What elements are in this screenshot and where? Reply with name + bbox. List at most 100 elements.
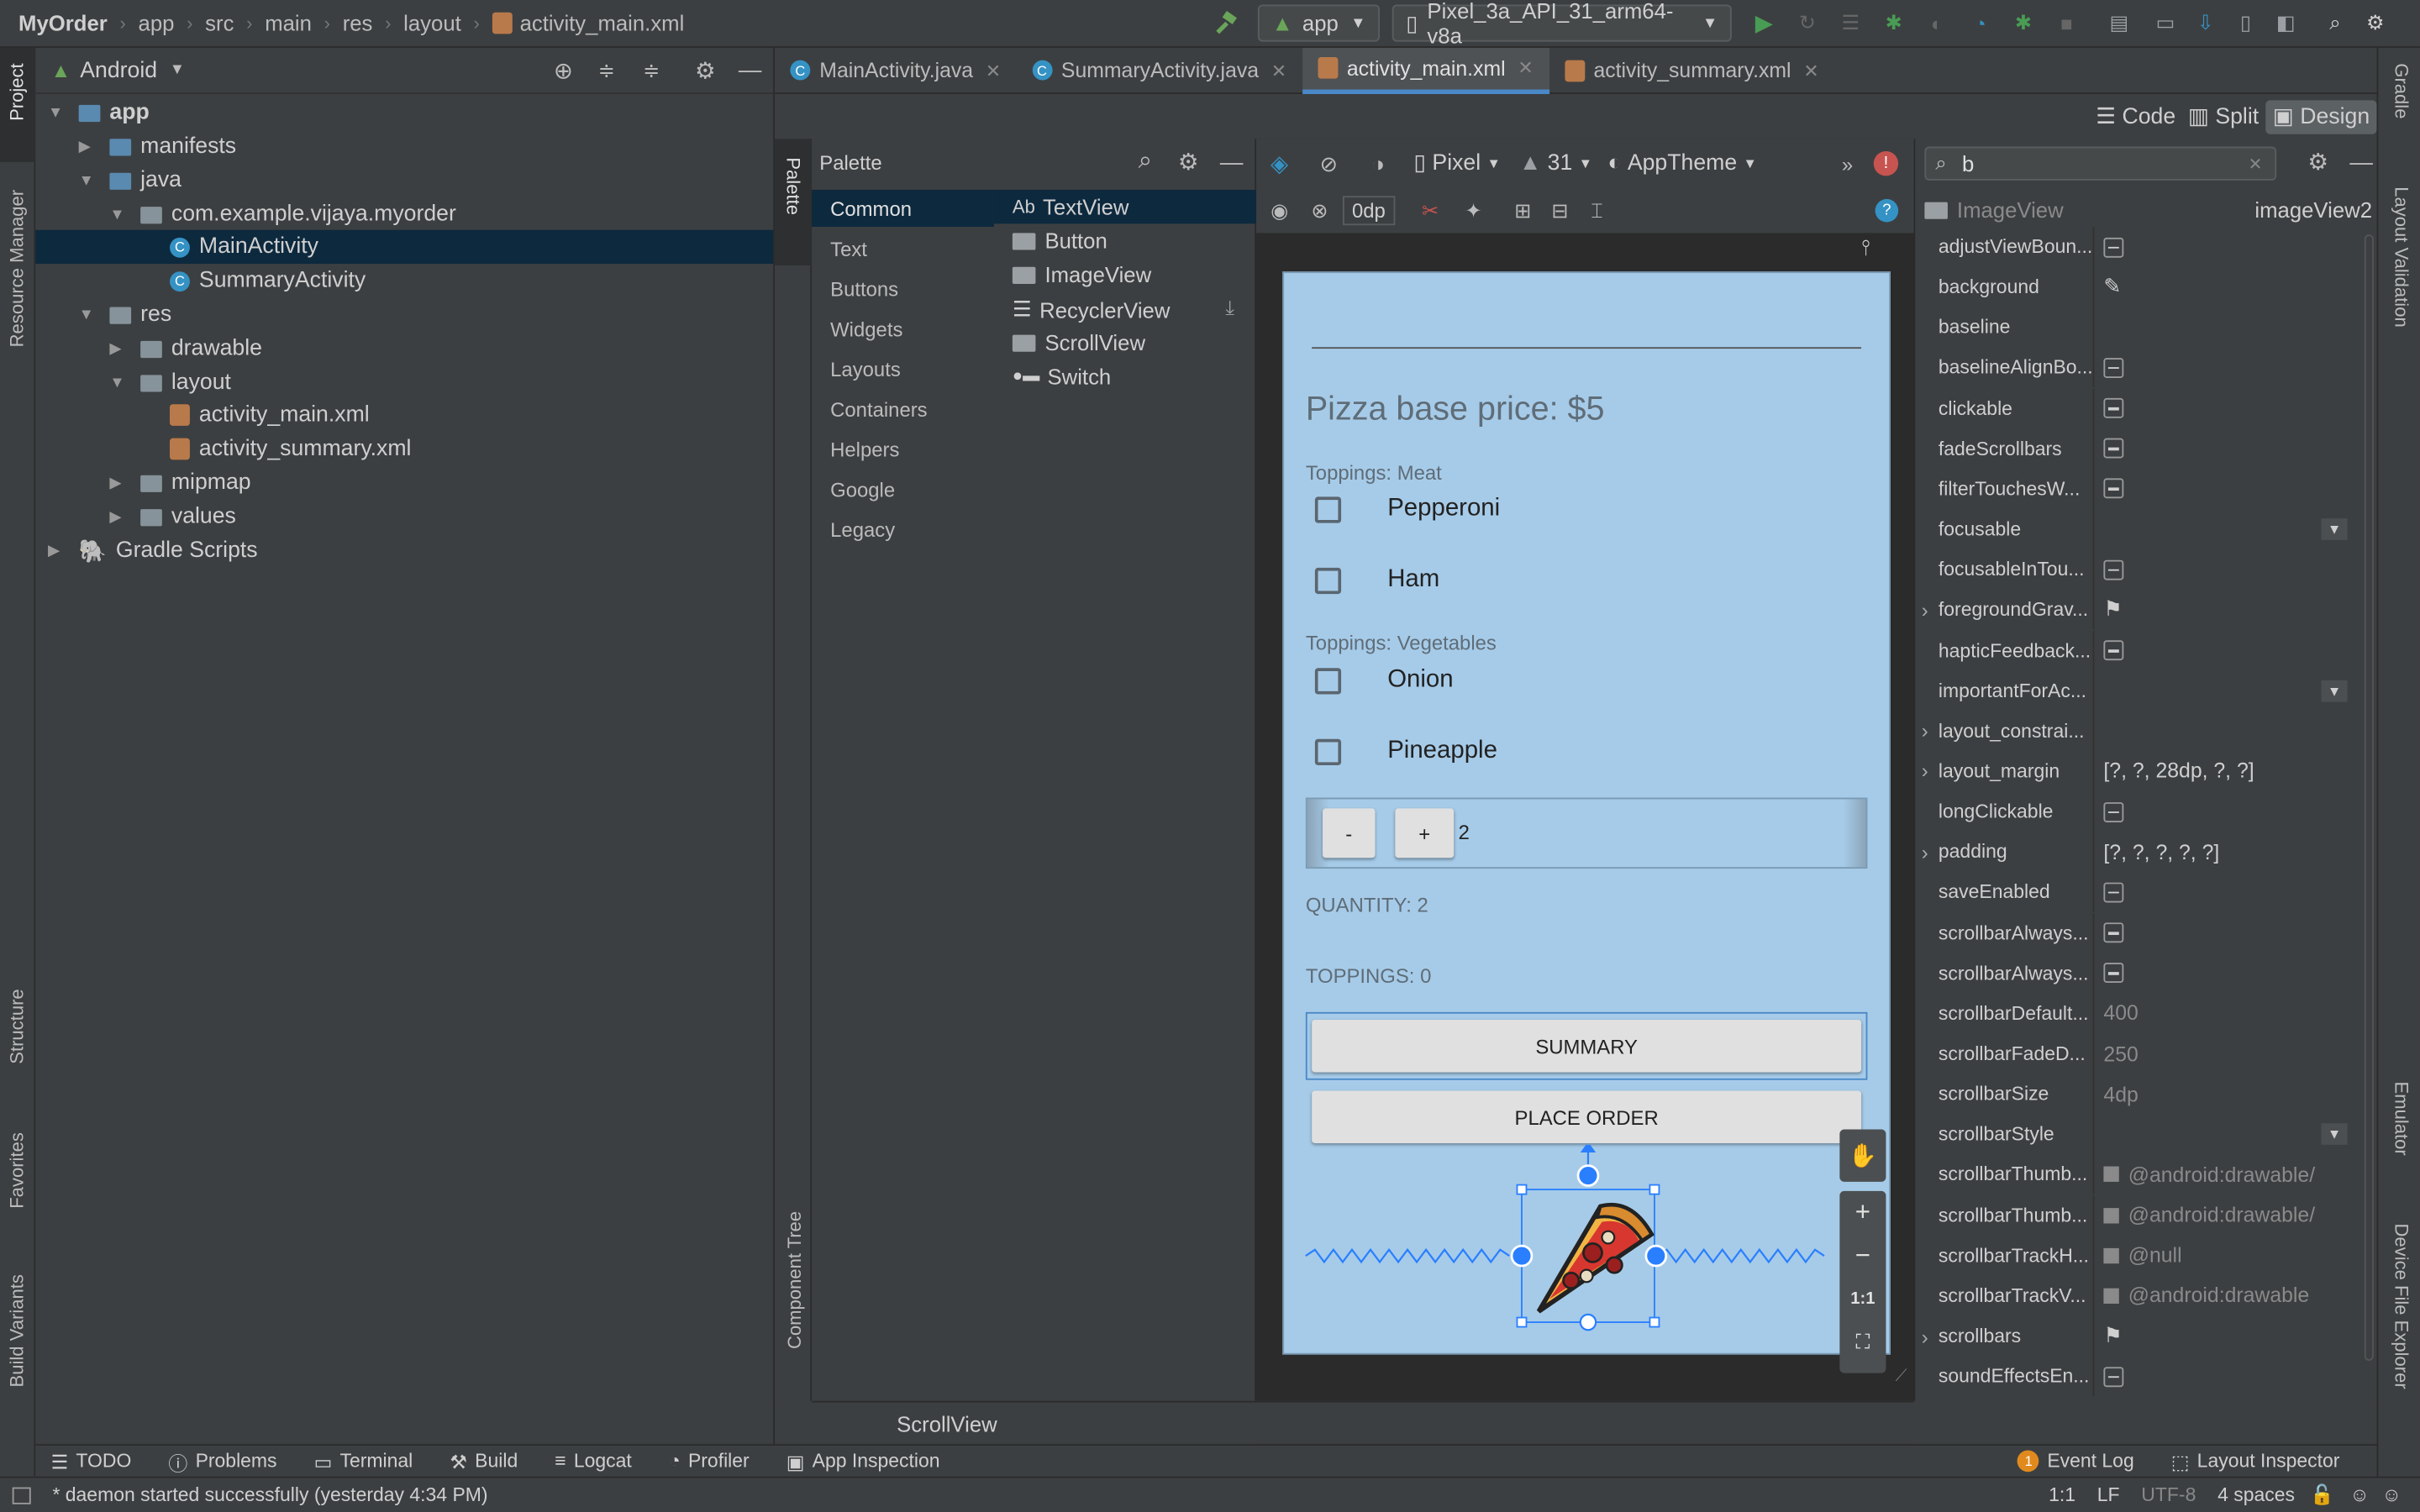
build-variants-tool-button[interactable]: Build Variants [6,1274,28,1387]
profiler-tool-button[interactable]: ◔ Profiler [669,1450,750,1472]
unset-checkbox-icon[interactable] [2103,479,2124,499]
tree-node-mainactivity[interactable]: C MainActivity [35,229,774,265]
hide-panel-icon[interactable]: — [736,56,764,84]
status-message[interactable]: * daemon started successfully (yesterday… [52,1484,487,1506]
resize-handle-icon[interactable]: ⟋ [1895,1367,1907,1387]
night-mode-icon[interactable]: ◑ [1365,150,1392,177]
event-log-tool-button[interactable]: 1 Event Log [2018,1450,2134,1473]
unset-checkbox-icon[interactable] [2103,640,2124,661]
logcat-tool-button[interactable]: ≡ Logcat [555,1450,632,1472]
unset-checkbox-icon[interactable] [2103,236,2124,257]
component-tree-tool-button[interactable]: Component Tree [784,1211,806,1349]
chevron-right-icon[interactable]: › [1922,719,1928,743]
palette-category-common[interactable]: Common [830,197,912,221]
locate-file-icon[interactable]: ⊕ [550,56,577,84]
debug-icon[interactable]: ✱ [1880,9,1907,37]
attribute-row[interactable]: baselineAlignBo... [1915,348,2378,388]
clear-constraints-icon[interactable]: ✂ [1417,197,1444,224]
zoom-in-icon[interactable]: + [1839,1191,1886,1234]
avd-manager-icon[interactable]: ▭ [2151,9,2179,37]
apply-changes-icon[interactable]: ↻ [1793,9,1821,37]
unset-checkbox-icon[interactable] [2103,438,2124,459]
hide-panel-icon[interactable]: — [1218,148,1245,176]
palette-category-legacy[interactable]: Legacy [830,518,895,542]
attribute-value[interactable] [2092,791,2379,832]
tree-node-mipmap[interactable]: ▶ mipmap [109,466,250,500]
palette-tool-button[interactable]: Palette [782,157,804,215]
tree-node-activity-main[interactable]: activity_main.xml [170,398,370,432]
clear-icon[interactable]: ✕ [2249,154,2263,174]
tree-node-java[interactable]: ▼ java [79,164,182,197]
attributes-scrollbar[interactable] [2364,234,2374,1361]
zoom-out-icon[interactable]: − [1839,1234,1886,1277]
attribute-row[interactable]: scrollbarTrackV... @android:drawable [1915,1275,2379,1316]
attribute-row[interactable]: › layout_margin [?, ?, 28dp, ?, ?] [1915,751,2378,792]
attribute-value[interactable]: 400 [2092,993,2379,1034]
align-icon[interactable]: ⊟ [1546,197,1574,224]
palette-item-button[interactable]: Button [1012,228,1107,253]
flag-icon[interactable]: ⚑ [2103,1324,2122,1348]
device-file-explorer-tool-button[interactable]: Device File Explorer [2391,1224,2412,1389]
name-input-underline[interactable] [1312,347,1862,349]
chevron-right-icon[interactable]: › [1922,841,1928,864]
close-icon[interactable]: ✕ [1518,57,1533,79]
gear-icon[interactable]: ⚙ [692,56,719,84]
more-icon[interactable]: » [1833,150,1861,177]
attribute-row[interactable]: › padding [?, ?, ?, ?, ?] [1915,832,2379,873]
component-id[interactable]: imageView2 [2254,197,2372,222]
collapse-all-icon[interactable]: ≑ [638,56,666,84]
file-encoding[interactable]: UTF-8 [2141,1484,2196,1506]
chevron-down-icon[interactable]: ▼ [2321,518,2348,540]
attribute-value[interactable]: ▼ [2092,509,2379,549]
settings-icon[interactable]: ⚙ [2361,9,2389,37]
guidelines-icon[interactable]: ⊞ [1509,197,1537,224]
tree-node-activity-summary[interactable]: activity_summary.xml [170,432,411,465]
error-icon[interactable]: ! [1873,150,1899,176]
palette-category-containers[interactable]: Containers [830,398,927,422]
attribute-value[interactable] [2092,872,2379,913]
attribute-value[interactable] [2092,226,2379,267]
attribute-row[interactable]: scrollbarAlways... [1915,912,2378,953]
search-icon[interactable]: ⌕ [2321,9,2349,37]
attribute-row[interactable]: saveEnabled [1915,872,2379,913]
attach-debugger-icon[interactable]: ◔ [1966,9,1994,37]
attribute-row[interactable]: › foregroundGrav... ⚑ [1915,590,2378,631]
attribute-row[interactable]: scrollbarDefault... 400 [1915,993,2379,1034]
attribute-value[interactable] [2092,912,2379,953]
attribute-value[interactable]: @android:drawable [2092,1275,2379,1316]
line-separator[interactable]: LF [2097,1484,2120,1506]
pineapple-checkbox[interactable]: Pineapple [1314,738,1497,765]
zoom-actual-size-button[interactable]: 1:1 [1839,1278,1886,1320]
attribute-row[interactable]: scrollbarStyle ▼ [1915,1114,2378,1155]
theme-dropdown[interactable]: ◐ AppTheme ▼ [1607,151,1756,176]
eye-icon[interactable]: ◉ [1265,197,1293,224]
chevron-right-icon[interactable]: › [1922,759,1928,783]
increment-button[interactable]: + [1395,808,1455,858]
attribute-value[interactable] [2092,549,2379,590]
pin-icon[interactable]: ⫯ [1861,234,1870,260]
terminal-tool-button[interactable]: ▭ Terminal [314,1450,413,1473]
selected-component-label[interactable]: ScrollView [897,1412,997,1436]
palette-category-layouts[interactable]: Layouts [830,358,901,381]
module-selector[interactable]: ▲ app ▼ [1257,4,1381,42]
attribute-row[interactable]: baseline [1915,307,2378,348]
palette-item-recyclerview[interactable]: ☰ RecyclerView [1013,297,1171,323]
attribute-value[interactable] [2092,388,2379,428]
tab-summaryactivity-java[interactable]: C SummaryActivity.java ✕ [1017,47,1302,93]
sdk-manager-icon[interactable]: ⇩ [2191,9,2219,37]
attribute-row[interactable]: scrollbarTrackH... @null [1915,1235,2378,1276]
close-icon[interactable]: ✕ [1803,60,1818,81]
attribute-value[interactable]: ▼ [2092,670,2379,711]
sync-project-icon[interactable]: ▤ [2105,9,2133,37]
hide-panel-icon[interactable]: — [2348,148,2375,176]
resource-manager-tool-button[interactable]: Resource Manager [6,190,28,347]
palette-category-google[interactable]: Google [830,478,895,501]
palette-category-helpers[interactable]: Helpers [830,438,899,462]
palette-category-text[interactable]: Text [830,238,867,261]
unset-checkbox-icon[interactable] [2103,357,2124,378]
attribute-value[interactable] [2092,428,2379,469]
unset-checkbox-icon[interactable] [2103,963,2124,984]
tab-mainactivity-java[interactable]: C MainActivity.java ✕ [775,47,1017,93]
attribute-value[interactable] [2092,630,2379,671]
attribute-value[interactable]: [?, ?, ?, ?, ?] [2092,832,2379,873]
